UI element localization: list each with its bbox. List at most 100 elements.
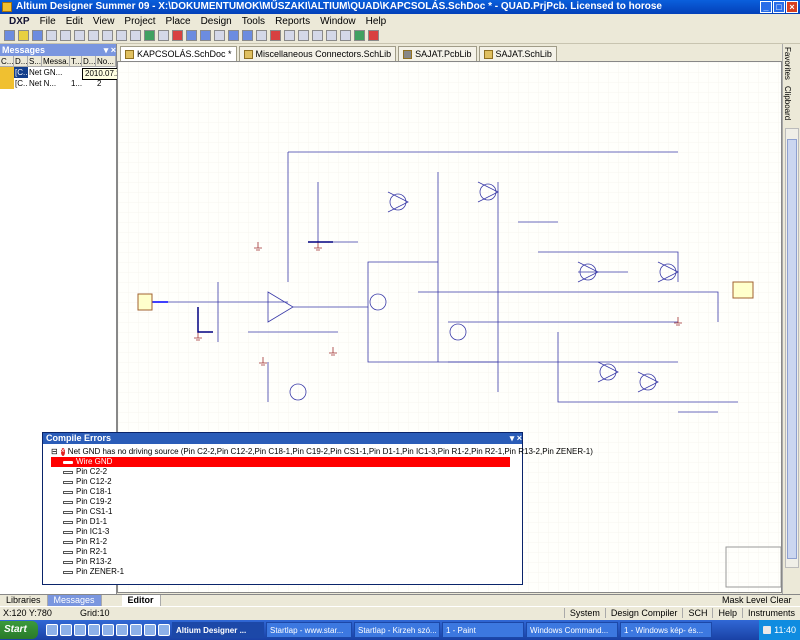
- task-paint[interactable]: 1 - Paint: [442, 622, 524, 638]
- clear-icon[interactable]: [368, 30, 379, 41]
- explorer-icon[interactable]: [88, 624, 100, 636]
- vertical-scrollbar[interactable]: [785, 128, 799, 568]
- task-startlap-1[interactable]: Startlap - www.star...: [266, 622, 352, 638]
- col-no[interactable]: No...: [96, 56, 116, 66]
- col-date[interactable]: D...: [82, 56, 96, 66]
- clipboard-tab[interactable]: Clipboard: [783, 83, 792, 123]
- help-button[interactable]: Help: [712, 608, 742, 618]
- col-message[interactable]: Messa...: [42, 56, 70, 66]
- port-icon[interactable]: [340, 30, 351, 41]
- tab-misc-connectors[interactable]: Miscellaneous Connectors.SchLib: [238, 46, 397, 61]
- gnd-port-icon[interactable]: [270, 30, 281, 41]
- paste-icon[interactable]: [130, 30, 141, 41]
- pin-item[interactable]: Pin C18-1: [51, 487, 522, 497]
- app-icon[interactable]: [130, 624, 142, 636]
- new-icon[interactable]: [4, 30, 15, 41]
- task-cmd[interactable]: Windows Command...: [526, 622, 618, 638]
- cut-icon[interactable]: [102, 30, 113, 41]
- pin-item[interactable]: Pin R2-1: [51, 547, 522, 557]
- save-icon[interactable]: [32, 30, 43, 41]
- sch-button[interactable]: SCH: [682, 608, 712, 618]
- undo-icon[interactable]: [186, 30, 197, 41]
- move-icon[interactable]: [158, 30, 169, 41]
- pin-icon: [63, 570, 73, 574]
- panel-close-icon[interactable]: ▾ ×: [510, 433, 522, 444]
- print-icon[interactable]: [46, 30, 57, 41]
- ie-icon[interactable]: [60, 624, 72, 636]
- select-icon[interactable]: [144, 30, 155, 41]
- menu-view[interactable]: View: [88, 16, 120, 27]
- task-image-viewer[interactable]: 1 - Windows kép- és...: [620, 622, 712, 638]
- hierarchy-icon[interactable]: [214, 30, 225, 41]
- menu-tools[interactable]: Tools: [237, 16, 270, 27]
- design-compiler-button[interactable]: Design Compiler: [604, 608, 683, 618]
- tab-kapcsolas-schdoc[interactable]: KAPCSOLÁS.SchDoc *: [120, 46, 237, 61]
- maximize-button[interactable]: □: [773, 1, 785, 13]
- menu-project[interactable]: Project: [119, 16, 160, 27]
- wire-gnd-item[interactable]: Wire GND: [51, 457, 510, 467]
- col-class[interactable]: C...: [0, 56, 14, 66]
- mask-level-button[interactable]: Mask Level: [722, 595, 768, 605]
- bus-tool-icon[interactable]: [242, 30, 253, 41]
- vcc-port-icon[interactable]: [284, 30, 295, 41]
- wire-tool-icon[interactable]: [228, 30, 239, 41]
- menu-help[interactable]: Help: [361, 16, 392, 27]
- task-altium[interactable]: Altium Designer ...: [172, 622, 264, 638]
- sheet-entry-icon[interactable]: [326, 30, 337, 41]
- col-document[interactable]: D...: [14, 56, 28, 66]
- collapse-icon[interactable]: ⊟: [51, 447, 58, 457]
- task-startlap-2[interactable]: Startlap - Kirzeh szó...: [354, 622, 440, 638]
- panel-close-icon[interactable]: ▾ ×: [104, 44, 116, 56]
- tab-sajat-pcblib[interactable]: SAJAT.PcbLib: [398, 46, 477, 61]
- app-icon[interactable]: [116, 624, 128, 636]
- pin-item[interactable]: Pin R1-2: [51, 537, 522, 547]
- media-icon[interactable]: [102, 624, 114, 636]
- part-icon[interactable]: [298, 30, 309, 41]
- pin-item[interactable]: Pin IC1-3: [51, 527, 522, 537]
- pin-item[interactable]: Pin R13-2: [51, 557, 522, 567]
- start-button[interactable]: Start: [0, 621, 38, 639]
- deselect-icon[interactable]: [172, 30, 183, 41]
- firefox-icon[interactable]: [74, 624, 86, 636]
- desktop-icon[interactable]: [46, 624, 58, 636]
- scrollbar-thumb[interactable]: [787, 139, 797, 559]
- tab-messages[interactable]: Messages: [47, 595, 102, 606]
- copy-icon[interactable]: [116, 30, 127, 41]
- tray-icon[interactable]: [763, 626, 772, 634]
- app-icon[interactable]: [144, 624, 156, 636]
- instruments-button[interactable]: Instruments: [741, 608, 800, 618]
- net-label-icon[interactable]: [256, 30, 267, 41]
- tab-sajat-schlib[interactable]: SAJAT.SchLib: [478, 46, 557, 61]
- menu-reports[interactable]: Reports: [270, 16, 315, 27]
- menu-design[interactable]: Design: [196, 16, 237, 27]
- close-button[interactable]: ×: [786, 1, 798, 13]
- favorites-tab[interactable]: Favorites: [783, 44, 792, 83]
- pin-item[interactable]: Pin ZENER-1: [51, 567, 522, 577]
- minimize-button[interactable]: _: [760, 1, 772, 13]
- app-icon[interactable]: [158, 624, 170, 636]
- menu-dxp[interactable]: DXP: [4, 16, 35, 27]
- menu-edit[interactable]: Edit: [61, 16, 88, 27]
- pin-item[interactable]: Pin D1-1: [51, 517, 522, 527]
- pin-item[interactable]: Pin CS1-1: [51, 507, 522, 517]
- clear-button[interactable]: Clear: [770, 595, 792, 605]
- tab-libraries[interactable]: Libraries: [0, 595, 48, 606]
- error-tree-root[interactable]: ⊟ × Net GND has no driving source (Pin C…: [51, 447, 593, 457]
- zoom-out-icon[interactable]: [74, 30, 85, 41]
- menu-file[interactable]: File: [35, 16, 61, 27]
- sheet-symbol-icon[interactable]: [312, 30, 323, 41]
- menu-window[interactable]: Window: [315, 16, 361, 27]
- tab-editor[interactable]: Editor: [121, 595, 161, 606]
- col-source[interactable]: S...: [28, 56, 42, 66]
- zoom-in-icon[interactable]: [60, 30, 71, 41]
- redo-icon[interactable]: [200, 30, 211, 41]
- pin-item[interactable]: Pin C2-2: [51, 467, 522, 477]
- system-button[interactable]: System: [563, 608, 605, 618]
- col-time[interactable]: T...: [70, 56, 82, 66]
- pin-item[interactable]: Pin C12-2: [51, 477, 522, 487]
- no-erc-icon[interactable]: [354, 30, 365, 41]
- pin-item[interactable]: Pin C19-2: [51, 497, 522, 507]
- menu-place[interactable]: Place: [161, 16, 196, 27]
- zoom-fit-icon[interactable]: [88, 30, 99, 41]
- open-icon[interactable]: [18, 30, 29, 41]
